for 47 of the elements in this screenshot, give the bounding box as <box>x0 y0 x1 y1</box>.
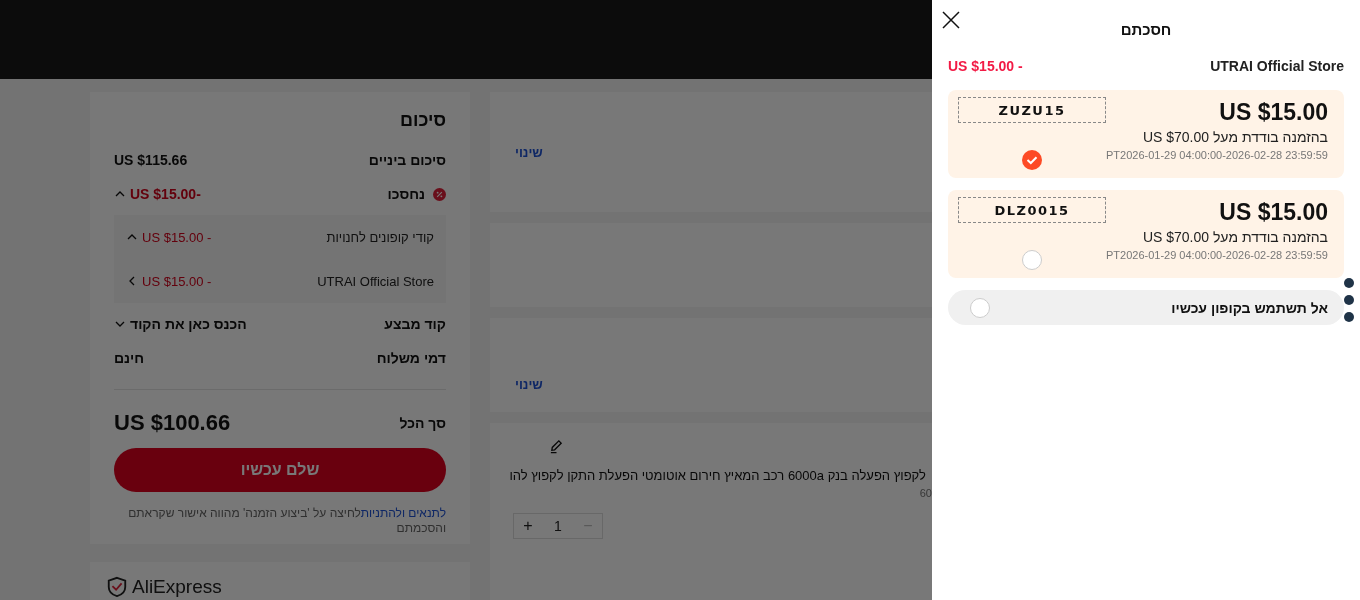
backdrop-overlay[interactable] <box>0 0 932 600</box>
shipping-value: חינם <box>114 350 145 366</box>
product-note: 60 <box>919 487 932 499</box>
checked-radio[interactable] <box>1022 150 1042 170</box>
savings-value: US $15.00- <box>130 186 201 202</box>
coupon-amount: US $15.00 <box>1219 198 1328 227</box>
logo-text: AliExpress <box>132 576 222 598</box>
no-coupon-option[interactable]: אל תשתמש בקופון עכשיו <box>948 290 1344 325</box>
subtotal-value: US $115.66 <box>114 152 188 168</box>
coupon-code: ZUZU15 <box>958 97 1106 123</box>
more-icon[interactable] <box>1344 278 1354 322</box>
shipping-label: דמי משלוח <box>376 350 446 366</box>
savings-item-label: UTRAI Official Store <box>317 273 434 289</box>
savings-item-value: US $15.00 - <box>142 229 212 245</box>
coupon-condition: בהזמנה בודדת מעל US $70.00 <box>1142 229 1328 245</box>
shield-icon <box>106 576 128 598</box>
savings-item-label: קודי קופונים לחנויות <box>326 229 434 245</box>
coupon-code: DLZ0015 <box>958 197 1106 223</box>
pay-now-button[interactable]: שלם עכשיו <box>114 448 446 492</box>
coupon-condition: בהזמנה בודדת מעל US $70.00 <box>1142 129 1328 145</box>
drawer-title: חסכתם <box>1120 20 1172 38</box>
discount-icon <box>433 187 446 201</box>
coupon-validity: PT2026-01-29 04:00:00-2026-02-28 23:59:59 <box>1106 249 1328 261</box>
product-title: לקפוץ הפעלה בנק 6000a רכב המאיץ חירום אוטומטי הפעלת התקן לקפוץ להו <box>509 468 926 483</box>
no-coupon-label: אל תשתמש בקופון עכשיו <box>1171 299 1328 316</box>
promo-code-link[interactable]: הכנס כאן את הקוד <box>130 316 247 332</box>
summary-title: סיכום <box>399 110 446 131</box>
change-link[interactable]: שינוי <box>515 144 543 160</box>
radio-button[interactable] <box>970 297 990 318</box>
total-value: US $100.66 <box>114 410 231 436</box>
quantity-value: 1 <box>553 518 563 534</box>
coupon-validity: PT2026-01-29 04:00:00-2026-02-28 23:59:59 <box>1106 149 1328 161</box>
savings-item-value: US $15.00 - <box>142 273 212 289</box>
store-discount: US $15.00 - <box>948 58 1023 74</box>
subtotal-label: סיכום ביניים <box>368 152 446 168</box>
promo-code-label: קוד מבצע <box>384 316 446 332</box>
savings-label: נחסכו <box>387 186 425 202</box>
close-icon[interactable] <box>942 11 960 29</box>
coupon-amount: US $15.00 <box>1219 98 1328 127</box>
radio-button[interactable] <box>1022 250 1042 270</box>
terms-link[interactable]: לתנאים ולהתניות <box>360 506 446 520</box>
terms-text: לתנאים ולהתניותלחיצה על 'ביצוע הזמנה' מהווה אישור שקראתם והסכמתם <box>127 506 446 536</box>
edit-icon[interactable] <box>549 439 564 454</box>
total-label: סך הכל <box>399 415 446 431</box>
change-link[interactable]: שינוי <box>515 377 543 392</box>
increase-button[interactable]: + <box>514 517 542 535</box>
store-name: UTRAI Official Store <box>1210 58 1344 74</box>
